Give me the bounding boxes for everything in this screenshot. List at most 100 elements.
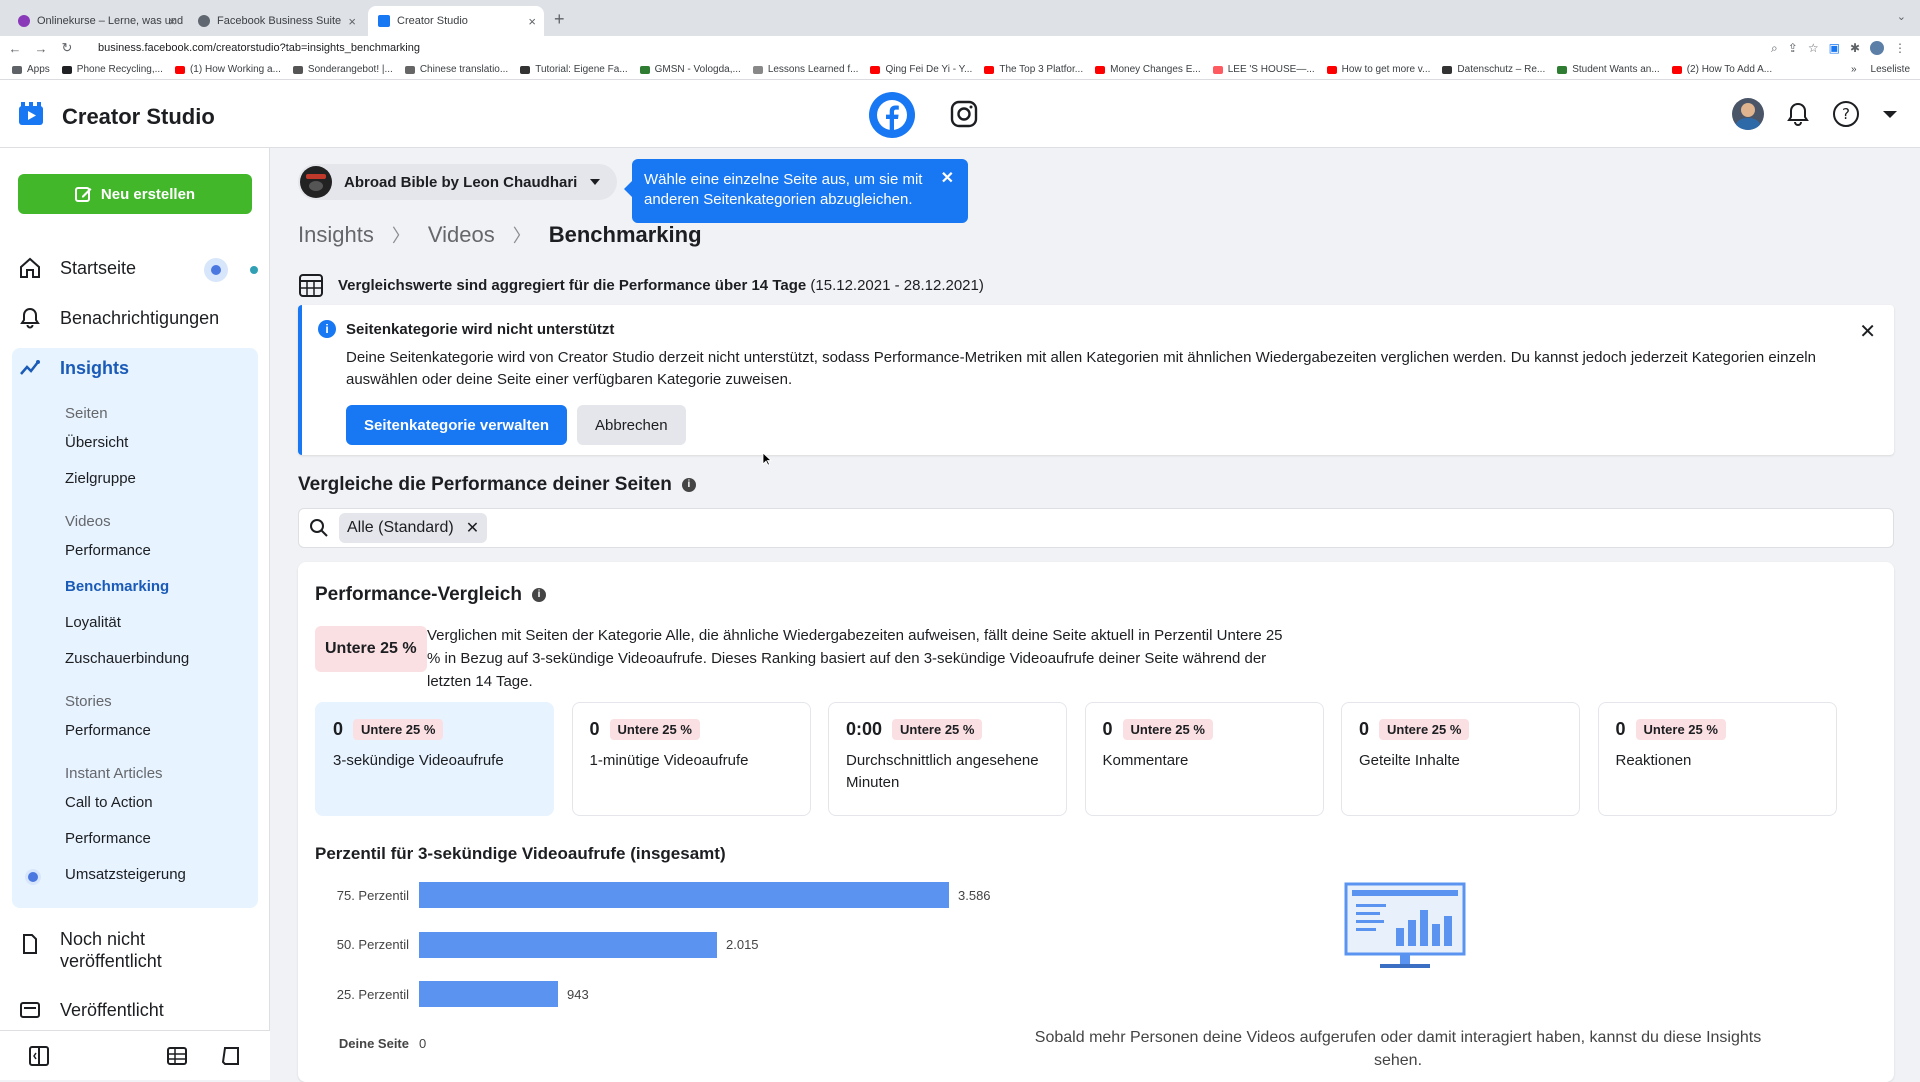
browser-tab-2[interactable]: Facebook Business Suite ×	[188, 6, 364, 36]
close-notice-icon[interactable]: ✕	[1859, 319, 1876, 344]
sidebar-sub-item-call-to-action[interactable]: Call to Action	[65, 794, 153, 811]
reload-icon[interactable]: ↻	[56, 40, 78, 56]
create-new-button[interactable]: Neu erstellen	[18, 174, 252, 214]
extension-icon[interactable]: ▣	[1829, 41, 1840, 55]
profile-avatar-icon[interactable]	[1870, 41, 1884, 55]
unread-indicator	[204, 258, 228, 282]
sidebar-sub-item-zielgruppe[interactable]: Zielgruppe	[65, 470, 136, 487]
sidebar-sub-item-umsatzsteigerung[interactable]: Umsatzsteigerung	[65, 866, 186, 883]
metric-card[interactable]: 0 Untere 25 % Geteilte Inhalte	[1341, 702, 1580, 816]
bookmark-item[interactable]: Student Wants an...	[1557, 64, 1660, 75]
section-heading-seiten: Seiten	[65, 405, 108, 422]
sidebar-item-home[interactable]: Startseite	[18, 256, 258, 282]
instagram-icon[interactable]	[948, 98, 980, 130]
bookmark-item[interactable]: LEE 'S HOUSE—...	[1212, 64, 1315, 75]
close-tab-icon[interactable]: ×	[348, 14, 356, 29]
forward-icon[interactable]: →	[30, 41, 52, 56]
metric-card[interactable]: 0 Untere 25 % 1-minütige Videoaufrufe	[571, 702, 811, 816]
sidebar-item-published[interactable]: Veröffentlicht	[18, 998, 252, 1022]
calendar-table-icon	[299, 274, 323, 297]
category-filter-input[interactable]: Alle (Standard) ✕	[298, 508, 1894, 548]
percentile-label: Deine Seite	[338, 1036, 409, 1051]
account-dropdown-icon[interactable]	[1880, 104, 1900, 124]
close-tab-icon[interactable]: ×	[168, 14, 176, 29]
bookmark-item[interactable]: (1) How Working a...	[174, 64, 281, 75]
metric-label: 3-sekündige Videoaufrufe	[333, 752, 504, 769]
manage-category-button[interactable]: Seitenkategorie verwalten	[346, 405, 568, 445]
bookmark-item[interactable]: Phone Recycling,...	[61, 64, 163, 75]
help-icon[interactable]: ?	[1832, 100, 1860, 128]
metric-label: Reaktionen	[1615, 752, 1692, 769]
info-icon[interactable]: i	[681, 478, 696, 492]
breadcrumb-videos[interactable]: Videos	[428, 222, 495, 248]
metric-rank-badge: Untere 25 %	[609, 719, 700, 740]
sidebar-sub-item-loyalitaet[interactable]: Loyalität	[65, 614, 121, 631]
tab-search-icon[interactable]: ⌄	[1897, 10, 1906, 23]
browser-tab-3[interactable]: Creator Studio ×	[368, 6, 544, 36]
bookmark-item[interactable]: Apps	[12, 64, 50, 75]
bell-icon[interactable]	[1784, 100, 1812, 128]
more-bookmarks-button[interactable]: »	[1851, 64, 1857, 75]
metric-card[interactable]: 0 Untere 25 % Reaktionen	[1597, 702, 1837, 816]
bookmark-item[interactable]: Datenschutz – Re...	[1442, 64, 1545, 75]
bookmark-item[interactable]: Qing Fei De Yi - Y...	[870, 64, 972, 75]
metric-card[interactable]: 0:00 Untere 25 % Durchschnittlich angesehe…	[828, 702, 1067, 816]
close-tab-icon[interactable]: ×	[528, 14, 536, 29]
menu-dots-icon[interactable]: ⋮	[1894, 41, 1906, 55]
bookmark-star-icon[interactable]: ☆	[1808, 41, 1819, 55]
address-bar[interactable]: business.facebook.com/creatorstudio?tab=…	[98, 42, 1771, 54]
sidebar-item-insights[interactable]: Insights	[18, 356, 252, 380]
reading-list-button[interactable]: Leseliste	[1871, 64, 1910, 75]
filter-chip[interactable]: Alle (Standard) ✕	[339, 513, 488, 543]
bookmark-item[interactable]: Money Changes E...	[1095, 64, 1201, 75]
percentile-row: 25. Perzentil 943	[315, 981, 589, 1007]
close-tooltip-icon[interactable]: ✕	[941, 169, 954, 189]
notice-title: Seitenkategorie wird nicht unterstützt	[346, 321, 615, 338]
sidebar-item-label: Startseite	[60, 257, 137, 278]
sidebar-sub-item-benchmarking[interactable]: Benchmarking	[65, 578, 169, 595]
page-avatar	[300, 166, 332, 198]
app-title: Creator Studio	[62, 104, 215, 129]
sidebar-item-notifications[interactable]: Benachrichtigungen	[18, 306, 252, 330]
share-icon[interactable]: ⇪	[1788, 41, 1798, 55]
bookmark-item[interactable]: How to get more v...	[1326, 64, 1430, 75]
info-icon[interactable]: i	[531, 588, 546, 602]
bookmark-item[interactable]: Tutorial: Eigene Fa...	[520, 64, 628, 75]
collapse-sidebar-icon[interactable]	[28, 1045, 50, 1067]
back-icon[interactable]: ←	[4, 41, 26, 56]
sidebar-sub-item-stories-performance[interactable]: Performance	[65, 722, 151, 739]
bookmark-label: LEE 'S HOUSE—...	[1227, 64, 1315, 75]
puzzle-icon[interactable]: ✱	[1850, 41, 1860, 55]
sidebar-sub-item-video-performance[interactable]: Performance	[65, 542, 151, 559]
bookmark-item[interactable]: Lessons Learned f...	[752, 64, 858, 75]
browser-tab-1[interactable]: Onlinekurse – Lerne, was und w ×	[8, 6, 184, 36]
bookmark-item[interactable]: Sonderangebot! |...	[292, 64, 393, 75]
table-view-icon[interactable]	[166, 1045, 188, 1067]
metric-rank-badge: Untere 25 %	[1379, 719, 1470, 740]
bookmark-item[interactable]: (2) How To Add A...	[1671, 64, 1772, 75]
breadcrumb-insights[interactable]: Insights	[298, 222, 374, 248]
page-name: Abroad Bible by Leon Chaudhari	[344, 173, 578, 191]
sidebar-item-unpublished[interactable]: Noch nicht veröffentlicht	[18, 928, 252, 972]
metric-card[interactable]: 0 Untere 25 % Kommentare	[1084, 702, 1324, 816]
cancel-button[interactable]: Abbrechen	[577, 405, 686, 445]
chevron-right-icon: 〉	[512, 226, 531, 246]
page-selector[interactable]: Abroad Bible by Leon Chaudhari	[298, 164, 618, 200]
category-notice: i Seitenkategorie wird nicht unterstützt…	[298, 305, 1894, 455]
new-tab-button[interactable]: +	[554, 9, 565, 30]
zoom-icon[interactable]: ⌕	[1771, 41, 1778, 56]
rank-badge: Untere 25 %	[315, 626, 427, 672]
facebook-platform-button[interactable]	[869, 92, 915, 138]
metric-card[interactable]: 0 Untere 25 % 3-sekündige Videoaufrufe	[315, 702, 554, 816]
bookmark-item[interactable]: Chinese translatio...	[404, 64, 508, 75]
notebook-icon[interactable]	[220, 1045, 242, 1067]
user-avatar[interactable]	[1732, 98, 1764, 130]
sidebar-item-label: Noch nicht veröffentlicht	[60, 929, 162, 971]
sidebar-sub-item-articles-performance[interactable]: Performance	[65, 830, 151, 847]
bookmark-item[interactable]: GMSN - Vologda,...	[639, 64, 741, 75]
sidebar-sub-item-uebersicht[interactable]: Übersicht	[65, 434, 128, 451]
percentile-label: 25. Perzentil	[336, 986, 409, 1002]
remove-chip-icon[interactable]: ✕	[466, 518, 479, 538]
sidebar-sub-item-zuschauerbindung[interactable]: Zuschauerbindung	[65, 650, 189, 667]
bookmark-item[interactable]: The Top 3 Platfor...	[984, 64, 1083, 75]
